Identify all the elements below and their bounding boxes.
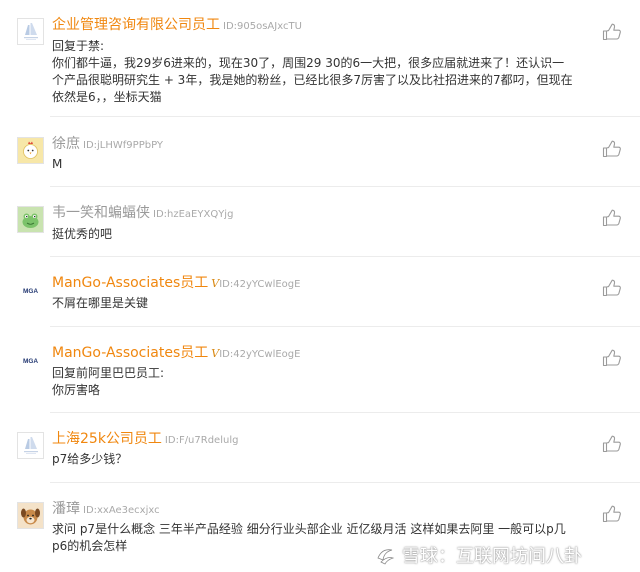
author-id: ID:42yYCwlEogE bbox=[219, 349, 301, 360]
author-name[interactable]: 上海25k公司员工 bbox=[52, 431, 162, 447]
mga-logo-icon: MGA bbox=[23, 357, 38, 364]
comment-line: 求问 p7是什么概念 三年半产品经验 细分行业头部企业 近亿级月活 这样如果去阿… bbox=[52, 522, 566, 536]
comment-author[interactable]: 企业管理咨询有限公司员工 ID:905osAJxcTU bbox=[52, 17, 302, 35]
comment-line: 个产品很聪明研究生 + 3年，我是她的粉丝，已经比很多7厉害了以及比社招进来的7… bbox=[52, 73, 573, 87]
comment-line: p7给多少钱？ bbox=[52, 452, 128, 466]
chicken-avatar-icon bbox=[18, 138, 43, 163]
avatar-mga-logo[interactable]: MGA bbox=[17, 276, 44, 303]
company-logo-icon bbox=[23, 22, 38, 40]
avatar-frog[interactable] bbox=[17, 206, 44, 233]
comment-text: 回复前阿里巴巴员工: 你厉害咯 bbox=[52, 365, 592, 399]
author-name[interactable]: ManGo-Associates员工 bbox=[52, 345, 208, 361]
thumbs-up-icon[interactable] bbox=[602, 140, 622, 158]
comment-author[interactable]: 徐庶 ID:jLHWf9PPbPY bbox=[52, 136, 163, 154]
author-name[interactable]: 韦一笑和蝙蝠侠 bbox=[52, 205, 150, 221]
comment-divider bbox=[50, 116, 640, 117]
thumbs-up-icon[interactable] bbox=[602, 279, 622, 297]
comment-divider bbox=[50, 482, 640, 483]
comment-line: 你们都牛逼，我29岁6进来的，现在30了，周围29 30的6一大把，很多应届就进… bbox=[52, 56, 565, 70]
dog-avatar-icon bbox=[18, 503, 43, 528]
comment-text: 不屑在哪里是关键 bbox=[52, 295, 592, 312]
thumbs-up-icon[interactable] bbox=[602, 505, 622, 523]
avatar-mga-logo[interactable]: MGA bbox=[17, 346, 44, 373]
thumbs-up-icon[interactable] bbox=[602, 435, 622, 453]
comment-line: 回复于禁: bbox=[52, 39, 105, 53]
comment-text: p7给多少钱？ bbox=[52, 451, 592, 468]
comment-line: M bbox=[52, 157, 63, 171]
comment-author[interactable]: 潘璋 ID:xxAe3ecxjxc bbox=[52, 501, 160, 519]
verified-badge-icon: V bbox=[211, 347, 220, 360]
comment-divider bbox=[50, 186, 640, 187]
comment-text: 挺优秀的吧 bbox=[52, 226, 592, 243]
avatar-company-logo[interactable] bbox=[17, 18, 44, 45]
author-id: ID:F/u7Rdelulg bbox=[164, 435, 239, 446]
author-name[interactable]: 徐庶 bbox=[52, 136, 80, 152]
verified-badge-icon: V bbox=[211, 277, 220, 290]
comment-line: 挺优秀的吧 bbox=[52, 227, 113, 241]
comment-author[interactable]: ManGo-Associates员工 VID:42yYCwlEogE bbox=[52, 345, 300, 363]
snowball-logo-icon bbox=[377, 549, 395, 565]
comment-author[interactable]: ManGo-Associates员工 VID:42yYCwlEogE bbox=[52, 275, 300, 293]
author-id: ID:jLHWf9PPbPY bbox=[83, 140, 163, 151]
mga-logo-icon: MGA bbox=[23, 287, 38, 294]
comment-divider bbox=[50, 412, 640, 413]
comment-line: 依然是6，，坐标天猫 bbox=[52, 90, 162, 104]
comment-text: 回复于禁: 你们都牛逼，我29岁6进来的，现在30了，周围29 30的6一大把，… bbox=[52, 38, 592, 106]
author-name[interactable]: 潘璋 bbox=[52, 501, 80, 517]
comment-line: 回复前阿里巴巴员工: bbox=[52, 366, 165, 380]
comment-text: M bbox=[52, 156, 592, 173]
author-name[interactable]: ManGo-Associates员工 bbox=[52, 275, 208, 291]
frog-avatar-icon bbox=[18, 207, 43, 232]
thumbs-up-icon[interactable] bbox=[602, 349, 622, 367]
author-id: ID:42yYCwlEogE bbox=[219, 279, 301, 290]
snowball-watermark: 雪球：互联网坊间八卦 bbox=[374, 543, 634, 567]
avatar-dog[interactable] bbox=[17, 502, 44, 529]
comment-divider bbox=[50, 256, 640, 257]
author-id: ID:xxAe3ecxjxc bbox=[83, 505, 160, 516]
author-id: ID:hzEaEYXQYjg bbox=[153, 209, 234, 220]
avatar-chicken[interactable] bbox=[17, 137, 44, 164]
watermark-text: 雪球：互联网坊间八卦 bbox=[402, 546, 582, 567]
thumbs-up-icon[interactable] bbox=[602, 209, 622, 227]
comment-author[interactable]: 韦一笑和蝙蝠侠 ID:hzEaEYXQYjg bbox=[52, 205, 233, 223]
mga-logo-text: MGA bbox=[23, 287, 38, 294]
thumbs-up-icon[interactable] bbox=[602, 23, 622, 41]
comment-author[interactable]: 上海25k公司员工 ID:F/u7Rdelulg bbox=[52, 431, 238, 449]
comment-line: 你厉害咯 bbox=[52, 383, 101, 397]
author-id: ID:905osAJxcTU bbox=[223, 21, 302, 32]
company-logo-icon bbox=[23, 436, 38, 454]
comment-line: 不屑在哪里是关键 bbox=[52, 296, 149, 310]
mga-logo-text: MGA bbox=[23, 357, 38, 364]
avatar-company-logo[interactable] bbox=[17, 432, 44, 459]
author-name[interactable]: 企业管理咨询有限公司员工 bbox=[52, 17, 220, 33]
comment-divider bbox=[50, 326, 640, 327]
